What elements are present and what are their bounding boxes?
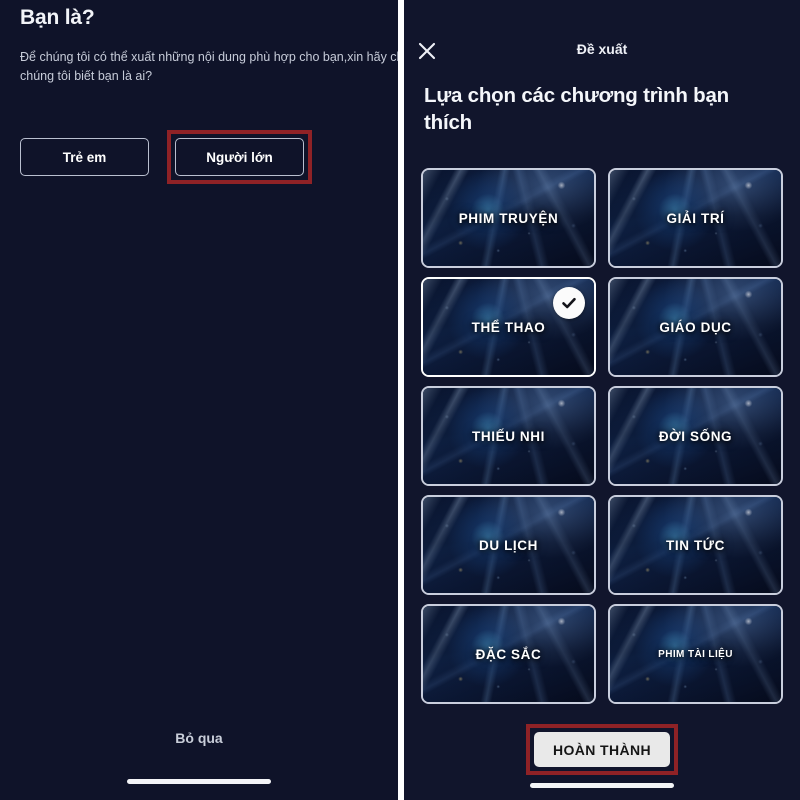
dual-screenshot-container: Bạn là? Để chúng tôi có thể xuất những n… bbox=[0, 0, 800, 800]
category-tile-label: GIẢI TRÍ bbox=[666, 210, 725, 226]
category-tile-label: THIẾU NHI bbox=[472, 428, 545, 444]
category-tile-label: ĐỜI SỐNG bbox=[658, 428, 733, 444]
category-tile-grid: PHIM TRUYỆN GIẢI TRÍ THỂ THAO GIÁO DỤC THIẾU… bbox=[421, 168, 783, 704]
category-tile-label: GIÁO DỤC bbox=[659, 319, 732, 335]
category-tile-label: DU LỊCH bbox=[479, 537, 538, 553]
top-bar: Đề xuất bbox=[404, 38, 800, 68]
category-tile[interactable]: THIẾU NHI bbox=[421, 386, 596, 486]
category-tile[interactable]: GIẢI TRÍ bbox=[608, 168, 783, 268]
category-tile[interactable]: ĐỜI SỐNG bbox=[608, 386, 783, 486]
category-tile[interactable]: ĐẶC SẮC bbox=[421, 604, 596, 704]
top-bar-title: Đề xuất bbox=[576, 41, 628, 57]
home-indicator-bar bbox=[127, 779, 271, 784]
right-screen-recommendations: Đề xuất Lựa chọn các chương trình bạn th… bbox=[404, 0, 800, 800]
category-tile-label: ĐẶC SẮC bbox=[475, 646, 542, 662]
category-tile[interactable]: PHIM TÀI LIỆU bbox=[608, 604, 783, 704]
category-tile[interactable]: DU LỊCH bbox=[421, 495, 596, 595]
category-tile-label: TIN TỨC bbox=[666, 537, 725, 553]
category-tile[interactable]: PHIM TRUYỆN bbox=[421, 168, 596, 268]
adult-button[interactable]: Người lớn bbox=[175, 138, 304, 176]
checkmark-icon bbox=[553, 287, 585, 319]
left-screen-age-selection: Bạn là? Để chúng tôi có thể xuất những n… bbox=[0, 0, 398, 800]
done-button-highlight-wrap: HOÀN THÀNH bbox=[526, 724, 678, 775]
adult-button-highlight: Người lớn bbox=[167, 130, 312, 184]
kids-button[interactable]: Trẻ em bbox=[20, 138, 149, 176]
age-choice-row: Trẻ em Người lớn bbox=[20, 130, 312, 184]
category-tile[interactable]: TIN TỨC bbox=[608, 495, 783, 595]
category-tile[interactable]: THỂ THAO bbox=[421, 277, 596, 377]
category-tile-label: PHIM TRUYỆN bbox=[458, 210, 559, 226]
done-button[interactable]: HOÀN THÀNH bbox=[534, 732, 670, 767]
page-subtitle: Để chúng tôi có thể xuất những nội dung … bbox=[20, 50, 398, 84]
home-indicator-bar-right bbox=[530, 783, 674, 788]
section-heading: Lựa chọn các chương trình bạn thích bbox=[424, 84, 729, 135]
done-button-highlight: HOÀN THÀNH bbox=[526, 724, 678, 775]
page-title: Bạn là? bbox=[20, 6, 95, 29]
category-tile-label: PHIM TÀI LIỆU bbox=[658, 648, 733, 660]
skip-link[interactable]: Bỏ qua bbox=[0, 730, 398, 746]
category-tile[interactable]: GIÁO DỤC bbox=[608, 277, 783, 377]
